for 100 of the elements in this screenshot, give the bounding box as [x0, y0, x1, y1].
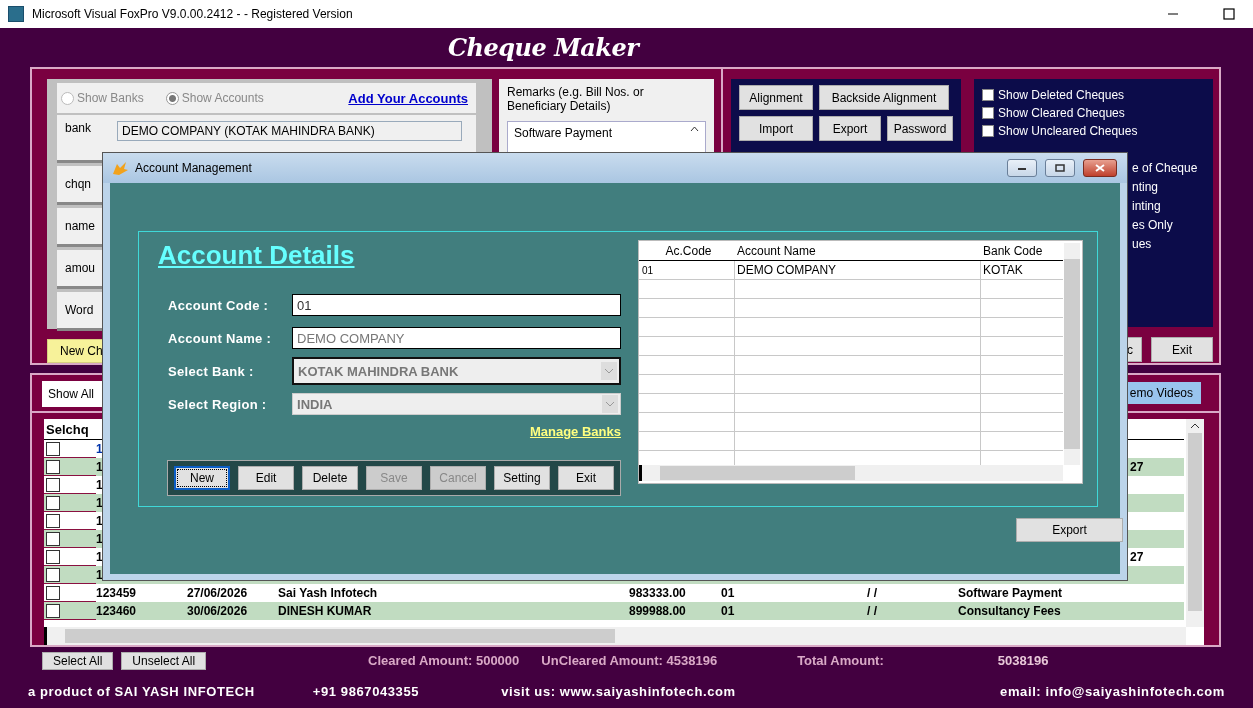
vertical-scrollbar[interactable]: [1186, 419, 1204, 628]
table-cell: 983333.00: [629, 586, 686, 601]
column-header: Account Name: [736, 242, 817, 260]
option-label: es Only: [1132, 217, 1173, 232]
table-cell: 1: [96, 568, 103, 583]
field-label: Select Region :: [167, 396, 268, 412]
field-label: amou: [65, 261, 97, 276]
table-cell: 899988.00: [629, 604, 686, 619]
table-cell: 1: [96, 496, 103, 511]
table-cell: DINESH KUMAR: [278, 604, 372, 619]
column-header: Selchq: [45, 420, 90, 439]
table-cell: 01: [642, 264, 654, 276]
section-heading: Account Details: [158, 240, 355, 271]
table-cell: 27: [1130, 550, 1144, 565]
table-cell: 27/06/2026: [187, 586, 248, 601]
table-cell: 123459: [96, 586, 137, 601]
bank-field[interactable]: DEMO COMPANY (KOTAK MAHINDRA BANK): [117, 121, 462, 142]
table-cell: 1: [96, 460, 103, 475]
select-button[interactable]: Select All: [42, 651, 114, 670]
option-label: e of Cheque: [1132, 160, 1198, 175]
horizontal-scrollbar[interactable]: [44, 627, 1186, 646]
table-cell: / /: [867, 586, 877, 601]
tool-button[interactable]: Alignment: [739, 85, 813, 111]
tool-button[interactable]: Export: [819, 116, 881, 142]
option-checkbox[interactable]: Show Uncleared Cheques: [982, 122, 1205, 141]
option-label: nting: [1132, 179, 1159, 194]
minimize-button[interactable]: [1007, 159, 1037, 177]
close-button[interactable]: [1083, 159, 1117, 177]
dialog-title: Account Management: [135, 161, 252, 175]
app-title: Cheque Maker: [448, 33, 639, 63]
table-cell: Software Payment: [958, 586, 1063, 601]
maximize-icon[interactable]: [1223, 8, 1235, 20]
option-checkbox[interactable]: Show Cleared Cheques: [982, 104, 1205, 123]
export-button[interactable]: Export: [1016, 518, 1123, 542]
restore-button[interactable]: [1045, 159, 1075, 177]
action-button[interactable]: Delete: [302, 466, 359, 490]
cleared-amount: Cleared Amount: 500000: [368, 653, 520, 669]
total-label: Total Amount:: [797, 653, 884, 669]
table-cell: 1: [96, 550, 103, 565]
field-label: name: [65, 219, 97, 234]
table-cell: 1: [96, 514, 103, 529]
table-cell: 27: [1130, 460, 1144, 475]
tool-button[interactable]: Password: [887, 116, 953, 142]
close-icon: [1095, 164, 1105, 172]
option-label: inting: [1132, 198, 1161, 213]
restore-icon: [1055, 164, 1065, 172]
table-cell: 01: [721, 604, 735, 619]
footer-text: email: info@saiyashinfotech.com: [1000, 683, 1225, 699]
table-cell: 1: [96, 478, 103, 493]
minimize-icon: [1017, 165, 1027, 171]
table-cell: / /: [867, 604, 877, 619]
tool-button[interactable]: Backside Alignment: [819, 85, 949, 111]
row-checkbox[interactable]: [46, 567, 60, 582]
table-cell: Sai Yash Infotech: [278, 586, 378, 601]
total-amount: 5038196: [997, 653, 1049, 669]
add-accounts-link[interactable]: Add Your Accounts: [348, 90, 468, 106]
horizontal-scrollbar[interactable]: [639, 465, 1063, 481]
select-button[interactable]: Unselect All: [121, 651, 207, 670]
row-checkbox[interactable]: [46, 549, 60, 564]
option-label: ues: [1132, 236, 1152, 251]
table-cell: Consultancy Fees: [958, 604, 1061, 619]
footer-text: a product of SAI YASH INFOTECH: [28, 683, 255, 699]
action-button[interactable]: Setting: [494, 466, 551, 490]
side-button[interactable]: Exit: [1151, 337, 1213, 363]
row-checkbox[interactable]: [46, 477, 60, 492]
row-checkbox[interactable]: [46, 603, 60, 618]
row-checkbox[interactable]: [46, 513, 60, 528]
row-checkbox[interactable]: [46, 441, 60, 456]
field-label: Account Code :: [167, 297, 270, 313]
vertical-scrollbar[interactable]: [1064, 243, 1080, 465]
window-title: Microsoft Visual FoxPro V9.0.00.2412 - - Registered Version: [32, 7, 353, 21]
row-checkbox[interactable]: [46, 531, 60, 546]
row-checkbox[interactable]: [46, 585, 60, 600]
table-cell: 1: [96, 532, 103, 547]
fox-icon: [111, 160, 129, 176]
footer-text: +91 9867043355: [312, 683, 420, 699]
field-label: Word: [65, 303, 95, 318]
option-checkbox[interactable]: Show Deleted Cheques: [982, 86, 1205, 105]
row-checkbox[interactable]: [46, 495, 60, 510]
field-label: Select Bank :: [167, 363, 255, 379]
text-field[interactable]: 01: [292, 294, 621, 316]
tool-button[interactable]: Import: [739, 116, 813, 142]
app-icon: [8, 6, 24, 22]
manage-banks-link[interactable]: Manage Banks: [529, 424, 621, 446]
scroll-up-icon[interactable]: [690, 126, 699, 133]
action-button[interactable]: Edit: [238, 466, 295, 490]
field-label: bank: [65, 121, 93, 136]
field-label: chqn: [65, 177, 93, 192]
remarks-label: Remarks (e.g. Bill Nos. or Beneficiary Details): [507, 85, 645, 114]
footer-text: visit us: www.saiyashinfotech.com: [501, 683, 736, 699]
uncleared-amount: UnCleared Amount: 4538196: [541, 653, 718, 669]
table-cell: KOTAK: [983, 263, 1023, 277]
field-label: Account Name :: [167, 330, 273, 346]
table-cell: 123460: [96, 604, 137, 619]
row-checkbox[interactable]: [46, 459, 60, 474]
column-header: Bank Code: [982, 242, 1044, 260]
table-cell: 1: [96, 442, 103, 457]
action-button[interactable]: Exit: [558, 466, 615, 490]
column-header: Ac.Code: [664, 242, 713, 260]
action-button[interactable]: New: [174, 466, 231, 490]
